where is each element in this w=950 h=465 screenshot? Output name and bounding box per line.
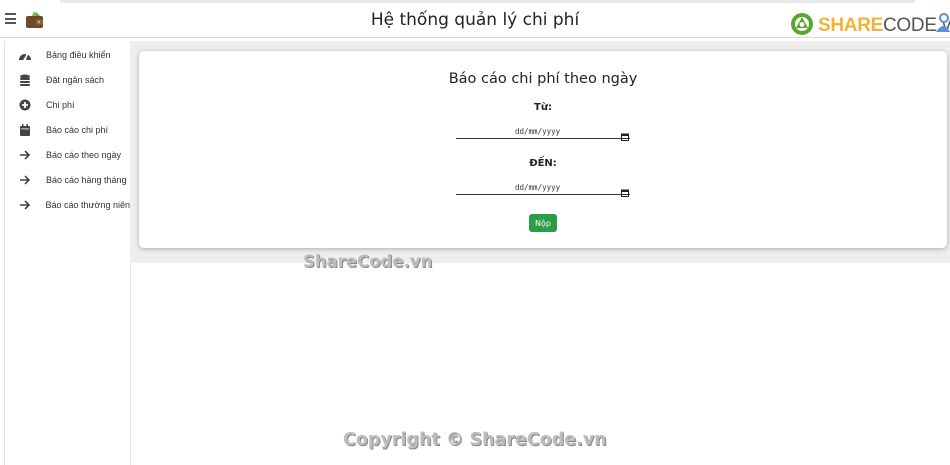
calendar-icon <box>18 123 32 137</box>
watermark-center: ShareCode.vn <box>303 252 433 271</box>
report-card: Báo cáo chi phí theo ngày Từ: dd/mm/yyyy… <box>139 51 947 248</box>
calendar-picker-icon[interactable] <box>621 182 629 201</box>
sidebar-item-label: Báo cáo hàng tháng <box>46 175 127 185</box>
sidebar-item-daily-report[interactable]: Báo cáo theo ngày <box>5 144 130 166</box>
sidebar-item-monthly-report[interactable]: Báo cáo hàng tháng <box>5 169 130 191</box>
coins-icon <box>18 73 32 87</box>
arrow-right-icon <box>18 148 32 162</box>
to-label: ĐẾN: <box>529 158 557 169</box>
dashboard-icon <box>18 48 32 62</box>
sharecode-logo-icon <box>790 12 814 40</box>
sidebar-item-label: Báo cáo chi phí <box>46 125 109 135</box>
arrow-right-icon <box>18 198 32 212</box>
arrow-right-icon <box>18 173 32 187</box>
sidebar-item-label: Chi phí <box>46 100 75 110</box>
watermark-bottom: Copyright © ShareCode.vn <box>343 430 607 450</box>
brand-logo: SHARECODE.vn <box>790 12 950 40</box>
brand-share: SHARE <box>818 15 884 36</box>
from-label: Từ: <box>534 102 552 113</box>
sidebar-item-expense[interactable]: Chi phí <box>5 94 130 116</box>
plus-circle-icon <box>18 98 32 112</box>
to-date-input[interactable]: dd/mm/yyyy <box>456 180 630 197</box>
sidebar-item-label: Báo cáo thường niên <box>45 200 131 210</box>
header: Hệ thống quản lý chi phí SHARECODE.vn <box>0 3 950 38</box>
sidebar: Bảng điều khiển Đặt ngân sách Chi phí Bá… <box>4 41 131 465</box>
sidebar-item-yearly-report[interactable]: Báo cáo thường niên <box>5 194 130 216</box>
sidebar-item-expense-report[interactable]: Báo cáo chi phí <box>5 119 130 141</box>
to-date-placeholder: dd/mm/yyyy <box>515 183 561 192</box>
sidebar-item-budget[interactable]: Đặt ngân sách <box>5 69 130 91</box>
from-date-placeholder: dd/mm/yyyy <box>515 127 561 136</box>
sidebar-item-label: Bảng điều khiển <box>46 50 111 60</box>
sidebar-item-dashboard[interactable]: Bảng điều khiển <box>5 44 130 66</box>
submit-button[interactable]: Nộp <box>529 214 557 232</box>
from-date-input[interactable]: dd/mm/yyyy <box>456 124 630 141</box>
user-icon[interactable] <box>936 12 950 38</box>
calendar-picker-icon[interactable] <box>621 126 629 145</box>
form-title: Báo cáo chi phí theo ngày <box>448 71 638 87</box>
sidebar-item-label: Báo cáo theo ngày <box>46 150 122 160</box>
sidebar-item-label: Đặt ngân sách <box>46 75 105 85</box>
brand-code: CODE <box>883 15 937 36</box>
